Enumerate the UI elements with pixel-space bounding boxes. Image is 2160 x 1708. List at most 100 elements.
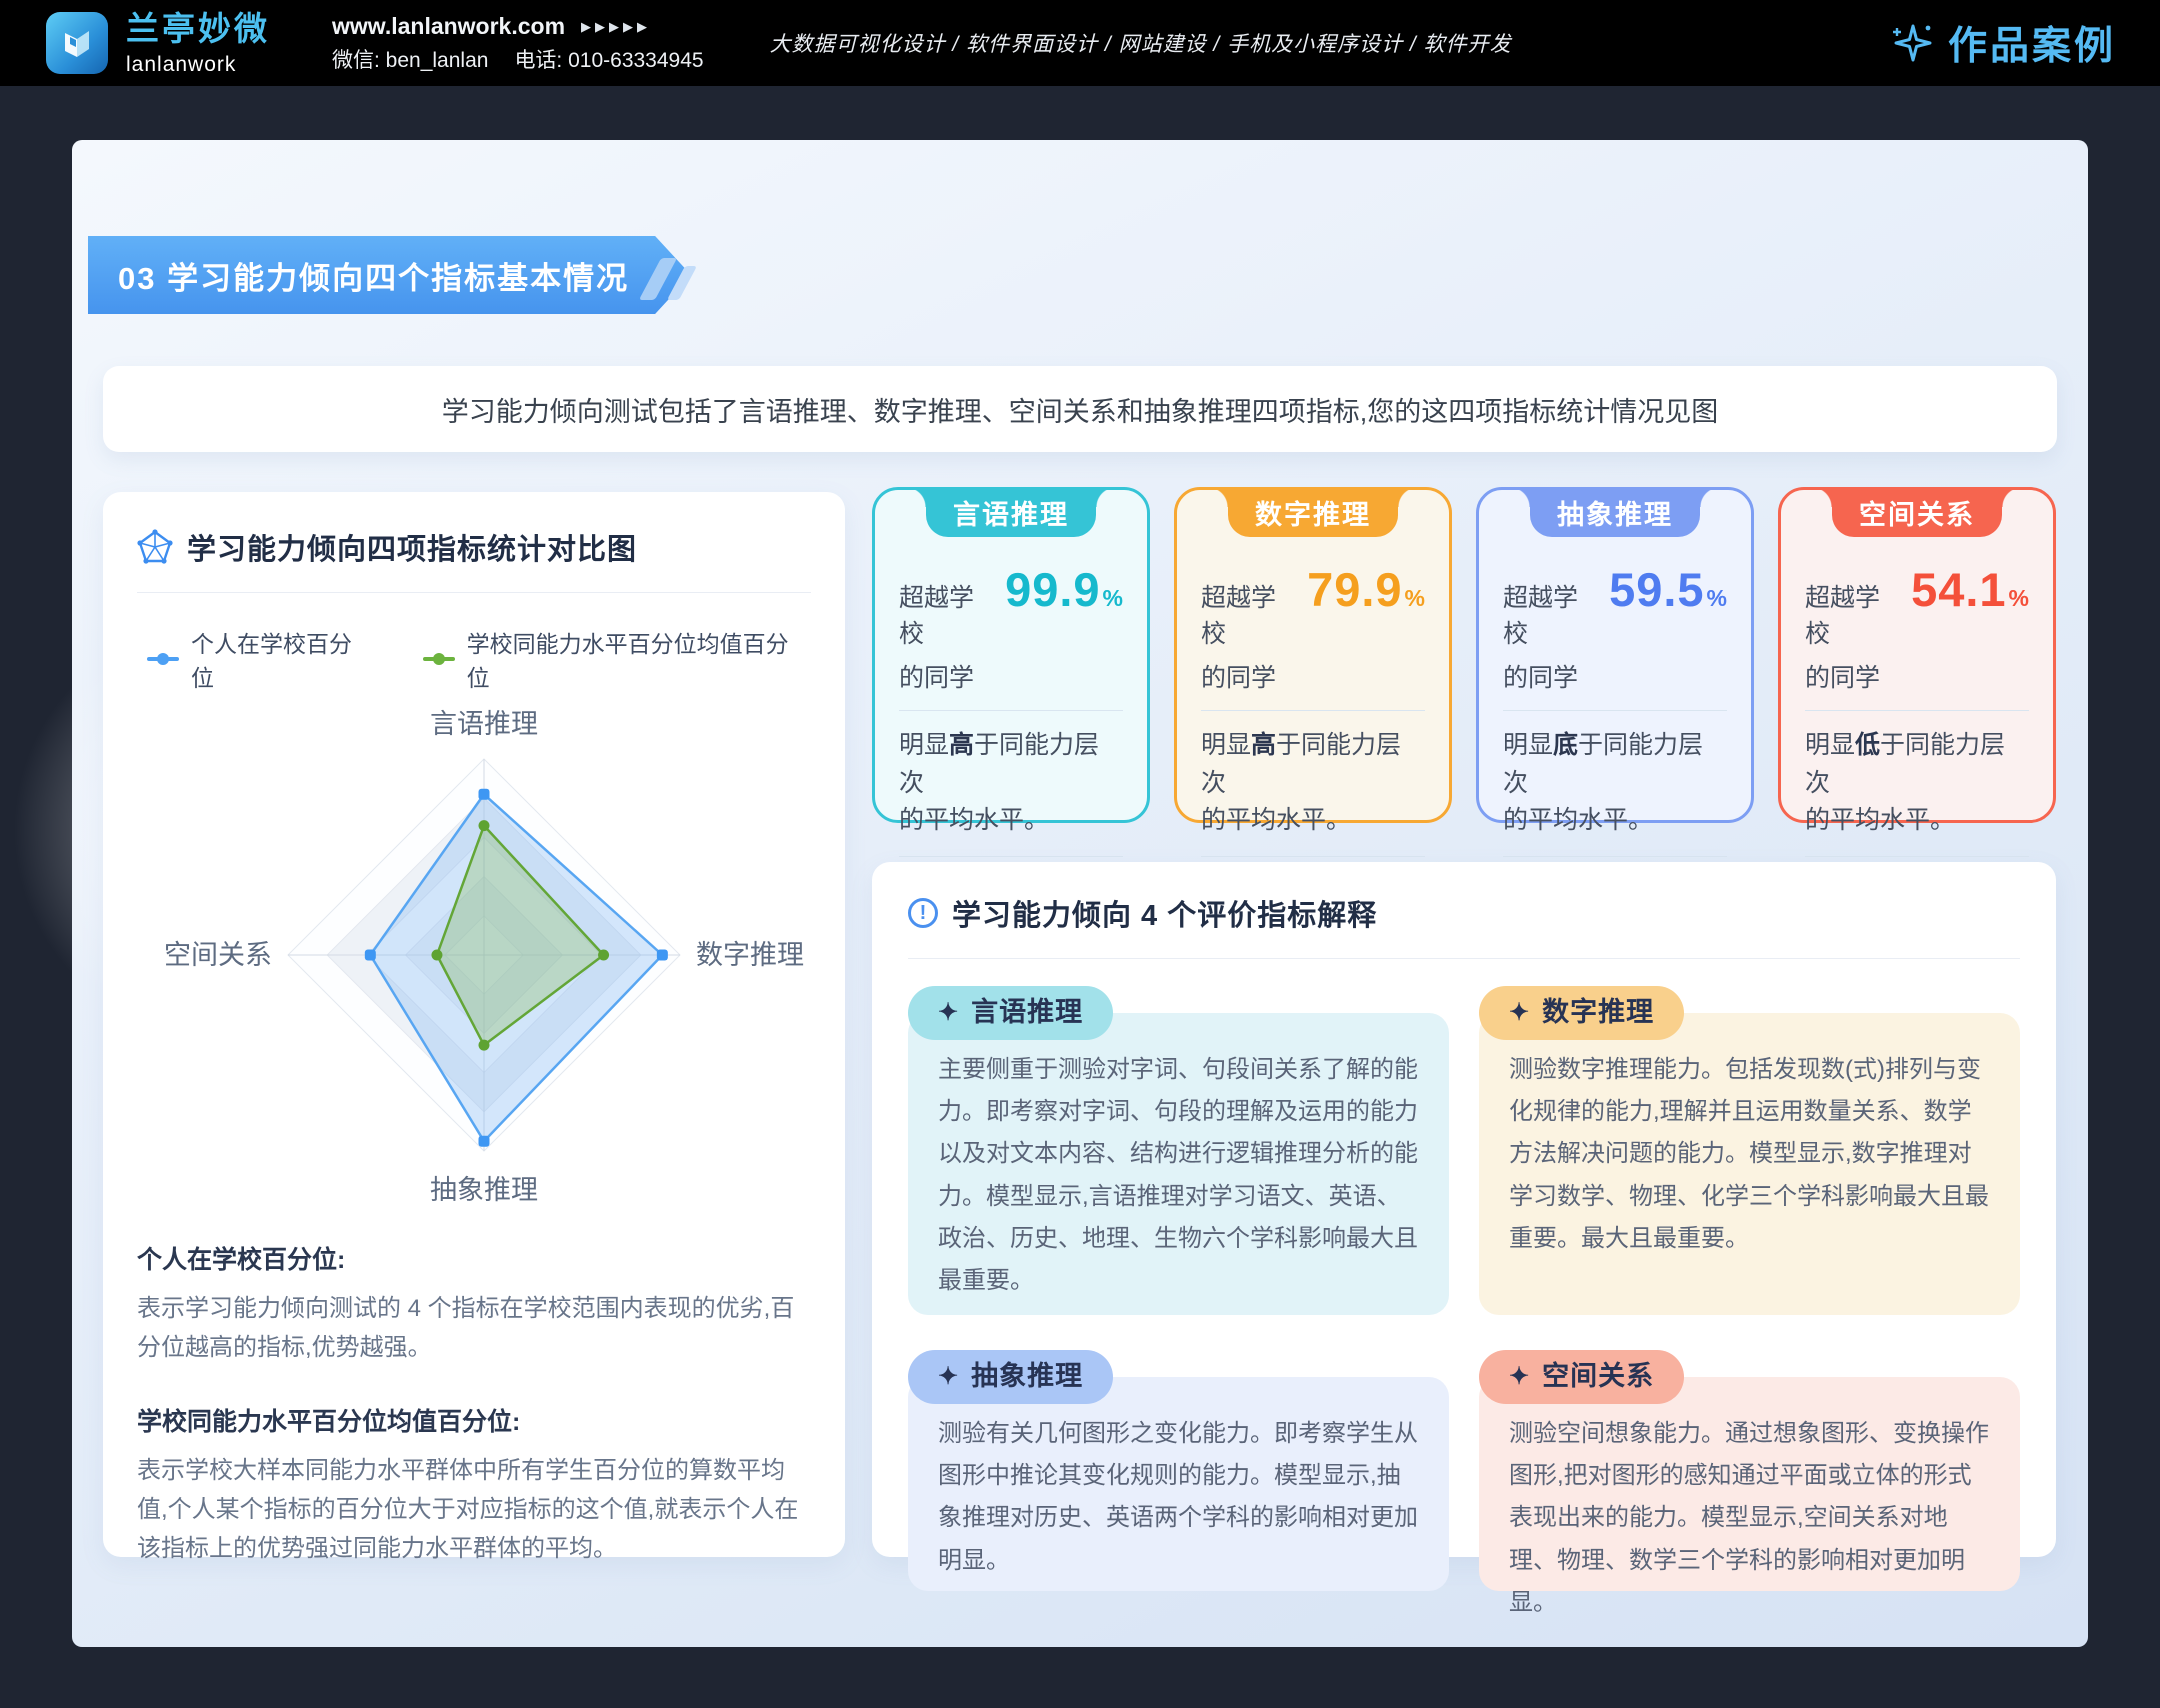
card-tab: 抽象推理 [1530, 487, 1700, 537]
card-tab: 空间关系 [1832, 487, 2002, 537]
divider [1201, 710, 1425, 711]
intro-bar: 学习能力倾向测试包括了言语推理、数字推理、空间关系和抽象推理四项指标,您的这四项… [103, 366, 2057, 452]
card-desc: 明显低于同能力层次的平均水平。 [1805, 727, 2029, 840]
spark-icon: ✦ [938, 1356, 959, 1398]
legend-marker-green [423, 657, 455, 661]
percent-sign: % [1103, 585, 1123, 612]
report-board: 03 学习能力倾向四个指标基本情况 学习能力倾向测试包括了言语推理、数字推理、空… [72, 140, 2088, 1647]
card-tab: 言语推理 [926, 487, 1096, 537]
score-prefix: 超越学校 [1201, 578, 1297, 650]
portfolio-label: 作品案例 [1948, 15, 2116, 71]
note-body: 表示学习能力倾向测试的 4 个指标在学校范围内表现的优劣,百分位越高的指标,优势… [137, 1290, 811, 1368]
explain-body: 测验有关几何图形之变化能力。即考察学生从图形中推论其变化规则的能力。模型显示,抽… [938, 1413, 1419, 1582]
explain-chip: ✦空间关系 [1479, 1350, 1684, 1404]
note-heading: 个人在学校百分位: [137, 1240, 811, 1276]
radar-chart-svg: 言语推理数字推理抽象推理 空间关系 [137, 703, 811, 1227]
wechat-text: 微信: ben_lanlan [332, 50, 488, 71]
explain-chip: ✦言语推理 [908, 986, 1113, 1040]
percent-sign: % [1707, 585, 1727, 612]
divider [908, 958, 2020, 959]
score-prefix: 超越学校 [899, 578, 995, 650]
radar-axis-label: 空间关系 [164, 940, 272, 970]
logo-subtitle: lanlanwork [126, 54, 270, 75]
divider [1805, 710, 2029, 711]
divider [1805, 856, 2029, 857]
score-suffix: 的同学 [1503, 658, 1727, 694]
explain-abstract-reasoning: ✦抽象推理 测验有关几何图形之变化能力。即考察学生从图形中推论其变化规则的能力。… [908, 1377, 1449, 1591]
score-suffix: 的同学 [899, 658, 1123, 694]
logo-book-icon [46, 12, 108, 74]
score-suffix: 的同学 [1201, 658, 1425, 694]
explain-body: 主要侧重于测验对字词、句段间关系了解的能力。即考察对字词、句段的理解及运用的能力… [938, 1049, 1419, 1302]
card-verbal-reasoning: 言语推理 超越学校99.9% 的同学 明显高于同能力层次的平均水平。 ★★★★★ [872, 487, 1150, 823]
explain-verbal-reasoning: ✦言语推理 主要侧重于测验对字词、句段间关系了解的能力。即考察对字词、句段的理解… [908, 1013, 1449, 1315]
radar-axis-label: 数字推理 [696, 940, 804, 970]
legend-item-school-avg[interactable]: 学校同能力水平百分位均值百分位 [423, 625, 811, 693]
divider [137, 592, 811, 593]
note-body: 表示学校大样本同能力水平群体中所有学生百分位的算数平均值,个人某个指标的百分位大… [137, 1452, 811, 1569]
divider [1201, 856, 1425, 857]
divider [899, 856, 1123, 857]
spark-icon: ✦ [938, 992, 959, 1034]
chart-legend: 个人在学校百分位 学校同能力水平百分位均值百分位 [147, 625, 811, 693]
phone-text: 电话: 010-63334945 [514, 50, 703, 71]
card-abstract-reasoning: 抽象推理 超越学校59.5% 的同学 明显底于同能力层次的平均水平。 ★★★★★ [1476, 487, 1754, 823]
note-school-average: 学校同能力水平百分位均值百分位: 表示学校大样本同能力水平群体中所有学生百分位的… [137, 1402, 811, 1569]
section-banner: 03 学习能力倾向四个指标基本情况 [88, 236, 691, 314]
indicator-cards-row: 言语推理 超越学校99.9% 的同学 明显高于同能力层次的平均水平。 ★★★★★… [872, 487, 2056, 823]
website-link[interactable]: www.lanlanwork.com [332, 15, 565, 38]
card-numeric-reasoning: 数字推理 超越学校79.9% 的同学 明显高于同能力层次的平均水平。 ★★★★★ [1174, 487, 1452, 823]
explanation-panel: ! 学习能力倾向 4 个评价指标解释 ✦言语推理 主要侧重于测验对字词、句段间关… [872, 862, 2056, 1557]
logo-title: 兰亭妙微 [126, 12, 270, 45]
score-prefix: 超越学校 [1503, 578, 1599, 650]
score-value: 79.9 [1307, 562, 1402, 617]
score-prefix: 超越学校 [1805, 578, 1901, 650]
spark-icon: ✦ [1509, 1356, 1530, 1398]
note-heading: 学校同能力水平百分位均值百分位: [137, 1402, 811, 1438]
score-value: 59.5 [1609, 562, 1704, 617]
legend-item-personal[interactable]: 个人在学校百分位 [147, 625, 375, 693]
note-personal-percentile: 个人在学校百分位: 表示学习能力倾向测试的 4 个指标在学校范围内表现的优劣,百… [137, 1240, 811, 1368]
explanation-title: 学习能力倾向 4 个评价指标解释 [952, 892, 1377, 934]
percent-sign: % [2009, 585, 2029, 612]
percent-sign: % [1405, 585, 1425, 612]
sparkle-icon [1888, 20, 1934, 66]
explain-body: 测验空间想象能力。通过想象图形、变换操作图形,把对图形的感知通过平面或立体的形式… [1509, 1413, 1990, 1624]
explain-chip: ✦抽象推理 [908, 1350, 1113, 1404]
radar-chart-icon [137, 529, 173, 565]
card-desc: 明显高于同能力层次的平均水平。 [1201, 727, 1425, 840]
radar-panel-title: 学习能力倾向四项指标统计对比图 [187, 526, 637, 568]
section-title: 03 学习能力倾向四个指标基本情况 [118, 253, 629, 298]
explain-chip: ✦数字推理 [1479, 986, 1684, 1040]
intro-text: 学习能力倾向测试包括了言语推理、数字推理、空间关系和抽象推理四项指标,您的这四项… [442, 390, 1719, 429]
score-value: 99.9 [1005, 562, 1100, 617]
header-nav[interactable]: 大数据可视化设计 / 软件界面设计 / 网站建设 / 手机及小程序设计 / 软件… [770, 28, 1512, 58]
card-desc: 明显高于同能力层次的平均水平。 [899, 727, 1123, 840]
radar-chart: 言语推理数字推理抽象推理 空间关系 [137, 703, 811, 1232]
legend-label: 个人在学校百分位 [191, 625, 375, 693]
divider [1503, 710, 1727, 711]
legend-label: 学校同能力水平百分位均值百分位 [467, 625, 811, 693]
radar-panel: 学习能力倾向四项指标统计对比图 个人在学校百分位 学校同能力水平百分位均值百分位… [103, 492, 845, 1557]
score-suffix: 的同学 [1805, 658, 2029, 694]
logo-text: 兰亭妙微 lanlanwork [126, 12, 270, 75]
info-icon: ! [908, 898, 938, 928]
site-contact-block: www.lanlanwork.com ▶▶▶▶▶ 微信: ben_lanlan … [332, 15, 704, 71]
radar-axis-label: 言语推理 [430, 709, 538, 739]
divider [1503, 856, 1727, 857]
radar-axis-label: 抽象推理 [430, 1175, 538, 1205]
legend-marker-blue [147, 657, 179, 661]
score-value: 54.1 [1911, 562, 2006, 617]
portfolio-link[interactable]: 作品案例 [1888, 15, 2116, 71]
explain-numeric-reasoning: ✦数字推理 测验数字推理能力。包括发现数(式)排列与变化规律的能力,理解并且运用… [1479, 1013, 2020, 1315]
divider [899, 710, 1123, 711]
card-desc: 明显底于同能力层次的平均水平。 [1503, 727, 1727, 840]
explain-body: 测验数字推理能力。包括发现数(式)排列与变化规律的能力,理解并且运用数量关系、数… [1509, 1049, 1990, 1260]
card-spatial-relations: 空间关系 超越学校54.1% 的同学 明显低于同能力层次的平均水平。 ★★★★★ [1778, 487, 2056, 823]
top-header-bar: 兰亭妙微 lanlanwork www.lanlanwork.com ▶▶▶▶▶… [0, 0, 2160, 86]
page: 兰亭妙微 lanlanwork www.lanlanwork.com ▶▶▶▶▶… [0, 0, 2160, 1708]
explain-spatial-relations: ✦空间关系 测验空间想象能力。通过想象图形、变换操作图形,把对图形的感知通过平面… [1479, 1377, 2020, 1591]
logo[interactable]: 兰亭妙微 lanlanwork [46, 12, 270, 75]
card-tab: 数字推理 [1228, 487, 1398, 537]
spark-icon: ✦ [1509, 992, 1530, 1034]
